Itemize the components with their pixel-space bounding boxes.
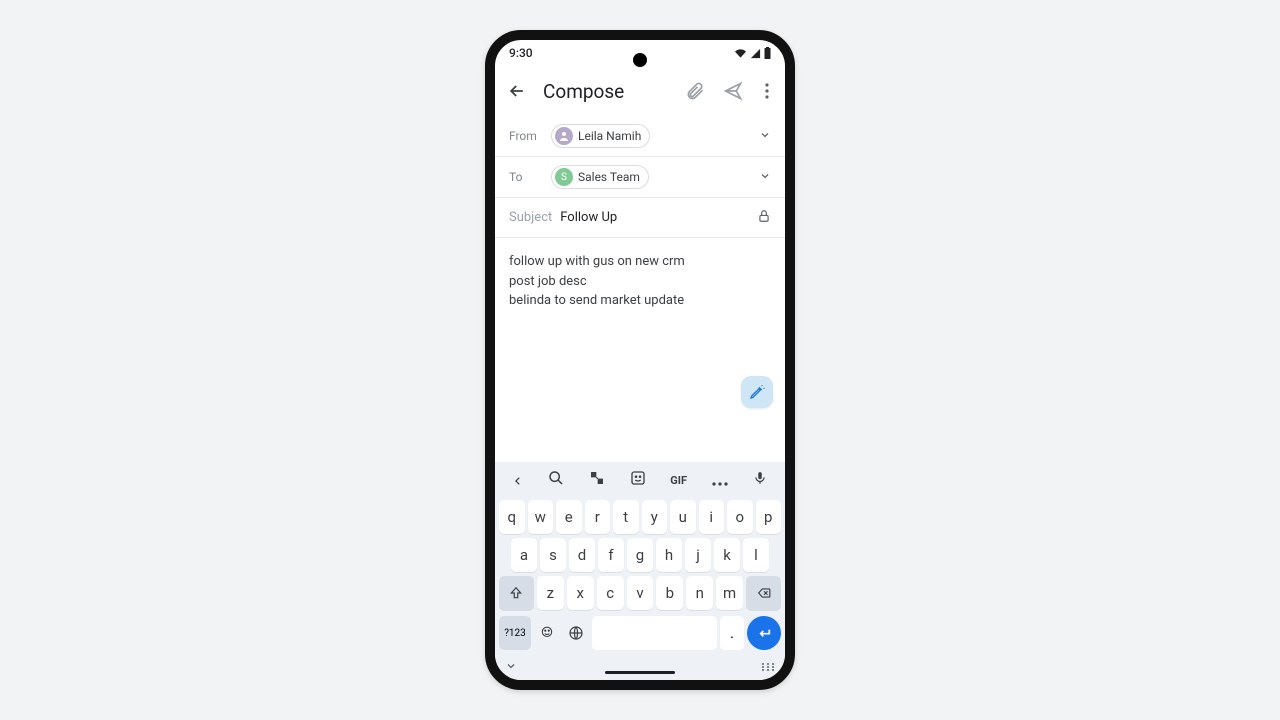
key-n[interactable]: n [686, 576, 713, 610]
subject-text: Follow Up [560, 210, 617, 225]
key-symbols[interactable]: ?123 [499, 616, 531, 650]
magic-pen-icon [749, 384, 765, 400]
key-y[interactable]: y [642, 500, 668, 534]
phone-frame: 9:30 Compose From Leila Namih [485, 30, 795, 690]
from-name: Leila Namih [578, 129, 641, 143]
key-s[interactable]: s [540, 538, 566, 572]
to-row[interactable]: To S Sales Team [495, 157, 785, 198]
battery-icon [764, 47, 771, 59]
camera-cutout [633, 53, 647, 67]
status-icons [734, 47, 771, 59]
kb-back-icon[interactable] [513, 471, 523, 490]
key-v[interactable]: v [627, 576, 654, 610]
page-title: Compose [543, 80, 669, 103]
keyboard-row-3: z x c v b n m [495, 574, 785, 612]
to-label: To [509, 170, 551, 184]
avatar [555, 127, 573, 145]
key-j[interactable]: j [685, 538, 711, 572]
key-shift[interactable] [499, 576, 534, 610]
chevron-down-icon[interactable] [759, 170, 771, 185]
key-p[interactable]: p [756, 500, 782, 534]
keyboard-toolbar: GIF [495, 462, 785, 498]
key-u[interactable]: u [670, 500, 696, 534]
key-a[interactable]: a [511, 538, 537, 572]
key-period[interactable]: . [720, 616, 744, 650]
key-q[interactable]: q [499, 500, 525, 534]
mic-icon[interactable] [753, 470, 767, 490]
keyboard-row-1: q w e r t y u i o p [495, 498, 785, 536]
more-icon[interactable] [712, 471, 728, 490]
signal-icon [750, 48, 761, 59]
key-r[interactable]: r [585, 500, 611, 534]
subject-row[interactable]: Subject Follow Up [495, 198, 785, 238]
collapse-keyboard-icon[interactable] [505, 657, 517, 676]
key-x[interactable]: x [567, 576, 594, 610]
key-t[interactable]: t [613, 500, 639, 534]
chevron-down-icon[interactable] [759, 129, 771, 144]
back-button[interactable] [505, 79, 529, 103]
body-line: post job desc [509, 272, 771, 292]
from-label: From [509, 129, 551, 143]
key-i[interactable]: i [699, 500, 725, 534]
key-enter[interactable] [747, 616, 781, 650]
nav-handle[interactable] [605, 671, 675, 674]
wifi-icon [734, 48, 747, 59]
key-c[interactable]: c [597, 576, 624, 610]
body-line: follow up with gus on new crm [509, 252, 771, 272]
status-time: 9:30 [509, 46, 533, 60]
key-k[interactable]: k [714, 538, 740, 572]
email-body[interactable]: follow up with gus on new crm post job d… [495, 238, 785, 418]
key-emoji[interactable] [534, 616, 560, 650]
body-line: belinda to send market update [509, 291, 771, 311]
lock-icon [757, 208, 771, 227]
key-h[interactable]: h [656, 538, 682, 572]
search-icon[interactable] [548, 470, 564, 490]
keyboard-row-4: ?123 . [495, 612, 785, 652]
key-b[interactable]: b [656, 576, 683, 610]
keyboard-row-2: a s d f g h j k l [495, 536, 785, 574]
gif-button[interactable]: GIF [670, 474, 687, 487]
key-backspace[interactable] [746, 576, 781, 610]
attach-button[interactable] [683, 79, 707, 103]
key-o[interactable]: o [727, 500, 753, 534]
to-name: Sales Team [578, 170, 640, 184]
key-space[interactable] [592, 616, 717, 650]
key-e[interactable]: e [556, 500, 582, 534]
key-d[interactable]: d [569, 538, 595, 572]
key-f[interactable]: f [598, 538, 624, 572]
from-row[interactable]: From Leila Namih [495, 116, 785, 157]
send-button[interactable] [721, 79, 745, 103]
keyboard: GIF q w e r t y u i o p a s d f g h j k … [495, 462, 785, 680]
ai-compose-button[interactable] [741, 376, 773, 408]
to-chip[interactable]: S Sales Team [551, 165, 649, 189]
avatar: S [555, 168, 573, 186]
subject-label: Subject [509, 210, 552, 225]
translate-icon[interactable] [589, 470, 605, 490]
key-l[interactable]: l [743, 538, 769, 572]
app-bar: Compose [495, 66, 785, 116]
key-m[interactable]: m [716, 576, 743, 610]
key-z[interactable]: z [537, 576, 564, 610]
keyboard-grid-icon[interactable] [761, 657, 775, 676]
key-g[interactable]: g [627, 538, 653, 572]
more-button[interactable] [759, 79, 775, 103]
from-chip[interactable]: Leila Namih [551, 124, 650, 148]
sticker-icon[interactable] [630, 470, 646, 490]
key-w[interactable]: w [528, 500, 554, 534]
key-language[interactable] [563, 616, 589, 650]
